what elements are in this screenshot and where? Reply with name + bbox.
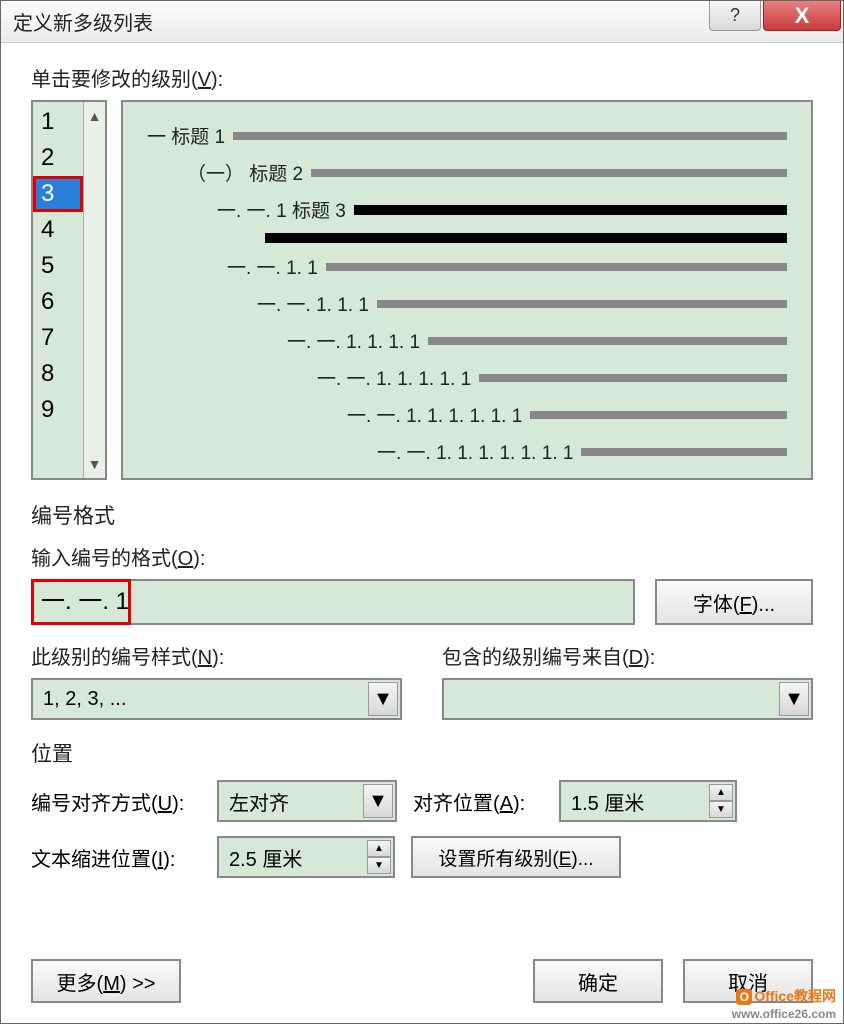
level-item-8[interactable]: 8 <box>33 356 83 392</box>
alignpos-spinner[interactable]: 1.5 厘米 ▲ ▼ <box>559 780 737 822</box>
level-item-3[interactable]: 3 <box>33 176 83 212</box>
spinner-down-icon[interactable]: ▼ <box>709 801 733 818</box>
set-all-levels-button[interactable]: 设置所有级别(E)... <box>411 836 621 878</box>
multilevel-list-dialog: 定义新多级列表 ? X 单击要修改的级别(V): 123456789 ▲ ▼ 一… <box>0 0 844 1024</box>
format-section-label: 编号格式 <box>31 500 813 530</box>
office-icon: O <box>736 989 752 1005</box>
preview-row: 一. 一. 1. 1. 1 <box>147 290 787 317</box>
align-label: 编号对齐方式(U): <box>31 787 201 816</box>
chevron-down-icon: ▼ <box>368 682 398 716</box>
close-icon: X <box>795 3 810 29</box>
ok-button[interactable]: 确定 <box>533 959 663 1003</box>
scroll-up-icon[interactable]: ▲ <box>88 108 102 124</box>
spinner-down-icon[interactable]: ▼ <box>367 857 391 874</box>
scroll-down-icon[interactable]: ▼ <box>88 456 102 472</box>
indent-label: 文本缩进位置(I): <box>31 843 201 872</box>
font-button[interactable]: 字体(F)... <box>655 579 813 625</box>
watermark: OOffice教程网 www.office26.com <box>732 988 836 1022</box>
level-item-1[interactable]: 1 <box>33 104 83 140</box>
chevron-down-icon: ▼ <box>779 682 809 716</box>
alignpos-label: 对齐位置(A): <box>413 787 543 816</box>
level-item-9[interactable]: 9 <box>33 392 83 428</box>
level-listbox[interactable]: 123456789 ▲ ▼ <box>31 100 107 480</box>
number-style-combo[interactable]: 1, 2, 3, ... ▼ <box>31 678 402 720</box>
preview-row: 一. 一. 1. 1 <box>147 253 787 280</box>
chevron-down-icon: ▼ <box>363 784 393 818</box>
help-icon: ? <box>730 5 740 26</box>
titlebar: 定义新多级列表 ? X <box>1 1 843 43</box>
preview-row: 一. 一. 1. 1. 1. 1. 1 <box>147 364 787 391</box>
preview-row: 一 标题 1 <box>147 122 787 149</box>
number-style-label: 此级别的编号样式(N): <box>31 641 402 670</box>
close-button[interactable]: X <box>763 1 841 31</box>
level-scrollbar[interactable]: ▲ ▼ <box>83 102 105 478</box>
level-section-label: 单击要修改的级别(V): <box>31 63 813 92</box>
include-level-combo[interactable]: ▼ <box>442 678 813 720</box>
level-item-6[interactable]: 6 <box>33 284 83 320</box>
preview-row <box>147 233 787 243</box>
indent-spinner[interactable]: 2.5 厘米 ▲ ▼ <box>217 836 395 878</box>
number-format-input[interactable]: 一. 一. 1 <box>31 579 635 625</box>
spinner-up-icon[interactable]: ▲ <box>709 784 733 801</box>
preview-row: （一） 标题 2 <box>147 159 787 186</box>
preview-row: 一. 一. 1. 1. 1. 1. 1. 1 <box>147 401 787 428</box>
level-item-7[interactable]: 7 <box>33 320 83 356</box>
level-item-4[interactable]: 4 <box>33 212 83 248</box>
level-item-2[interactable]: 2 <box>33 140 83 176</box>
dialog-title: 定义新多级列表 <box>13 7 153 36</box>
list-preview: 一 标题 1 （一） 标题 2 一. 一. 1 标题 3 一. 一. 1. 1 一. 一… <box>121 100 813 480</box>
preview-row: 一. 一. 1 标题 3 <box>147 196 787 223</box>
more-button[interactable]: 更多(M) >> <box>31 959 181 1003</box>
level-item-5[interactable]: 5 <box>33 248 83 284</box>
position-section-label: 位置 <box>31 738 813 768</box>
help-button[interactable]: ? <box>709 1 761 31</box>
include-level-label: 包含的级别编号来自(D): <box>442 641 813 670</box>
preview-row: 一. 一. 1. 1. 1. 1. 1. 1. 1 <box>147 438 787 465</box>
align-combo[interactable]: 左对齐 ▼ <box>217 780 397 822</box>
spinner-up-icon[interactable]: ▲ <box>367 840 391 857</box>
preview-row: 一. 一. 1. 1. 1. 1 <box>147 327 787 354</box>
format-input-label: 输入编号的格式(O): <box>31 542 813 571</box>
